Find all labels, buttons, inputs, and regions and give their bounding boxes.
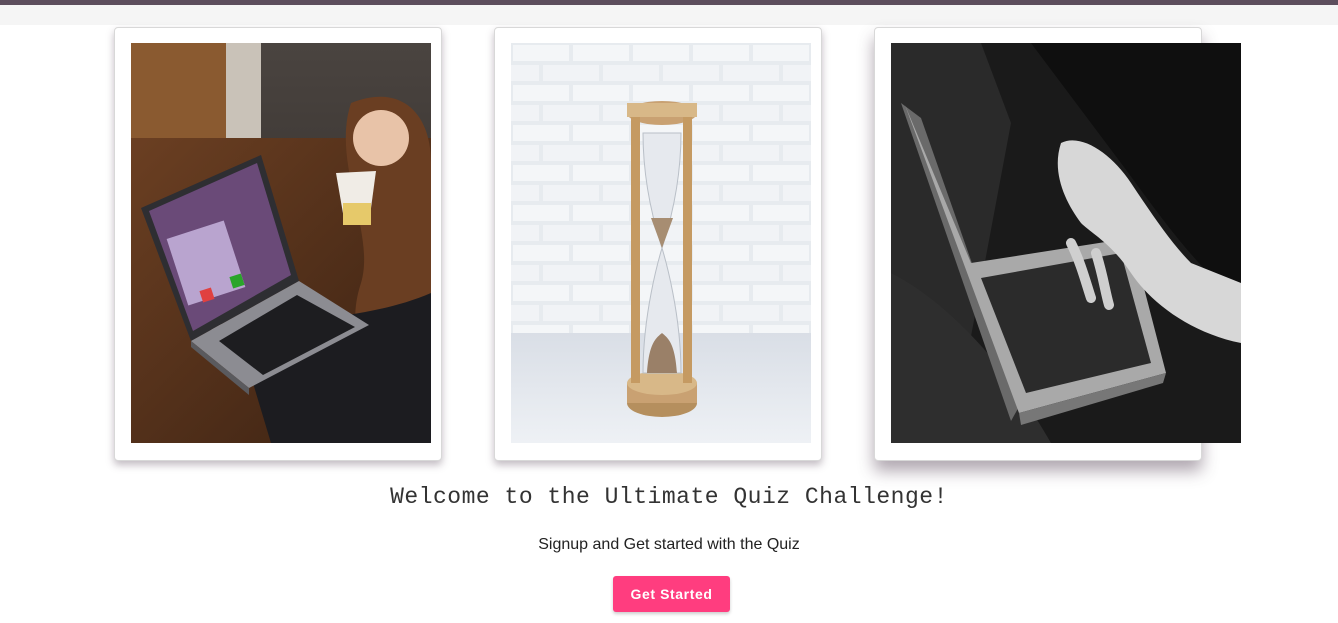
girl-on-laptop-quiz-photo [131,43,431,443]
header-strip [0,5,1338,25]
get-started-button[interactable]: Get Started [613,576,730,612]
welcome-headline: Welcome to the Ultimate Quiz Challenge! [390,484,948,510]
image-card-3 [874,27,1241,461]
image-card-1 [114,27,442,461]
hourglass-photo [511,43,811,443]
image-card-2 [494,27,822,461]
hands-on-laptop-bw-photo [891,43,1241,443]
signup-subtitle: Signup and Get started with the Quiz [538,536,800,553]
